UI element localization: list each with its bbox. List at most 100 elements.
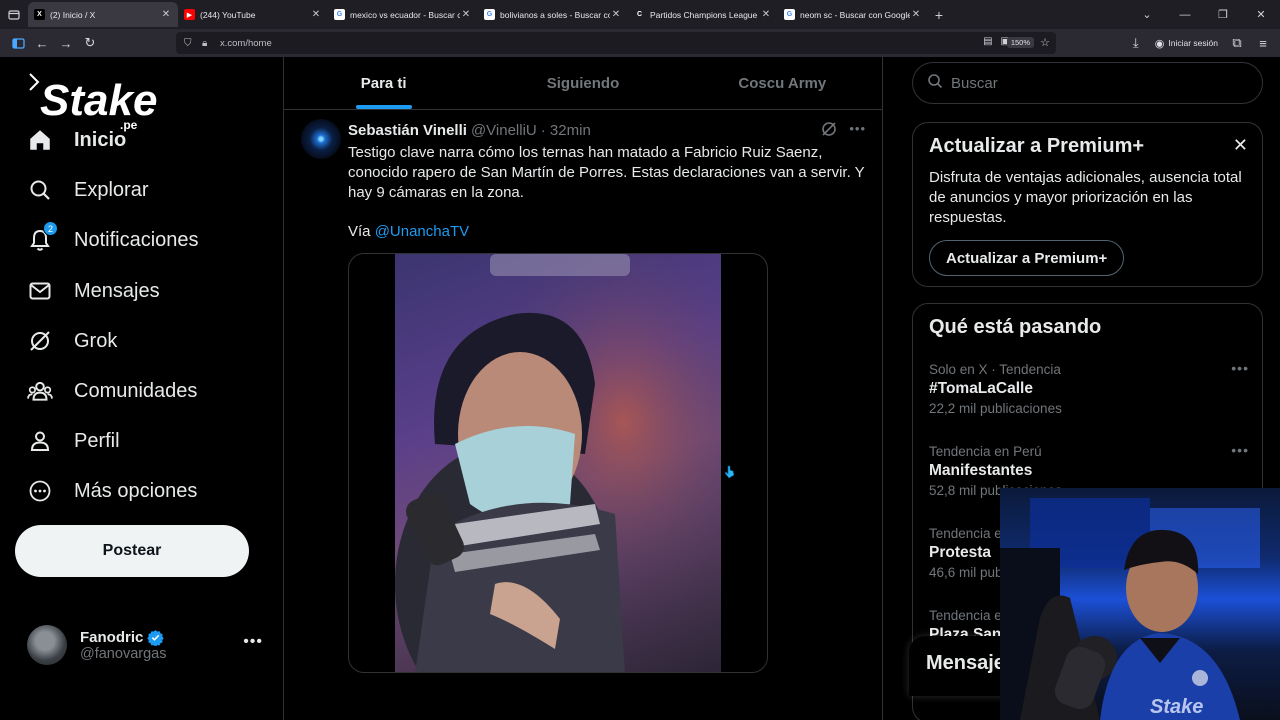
browser-tab-1[interactable]: ▶ (244) YouTube ✕ (178, 2, 328, 27)
minimize-icon[interactable]: — (1166, 0, 1204, 29)
tweet-time[interactable]: · 32min (541, 122, 591, 139)
grok-icon (26, 327, 54, 355)
tab-siguiendo[interactable]: Siguiendo (483, 57, 682, 109)
premium-card: Actualizar a Premium+ ✕ Disfruta de vent… (912, 122, 1263, 287)
sidebar-item-label: Comunidades (74, 379, 198, 402)
trend-name: Manifestantes (929, 462, 1033, 479)
new-tab-icon[interactable]: + (928, 7, 950, 23)
nav-right-tools: ⤓ ◉ Iniciar sesión ⧉ ≡ (1125, 31, 1274, 55)
browser-nav-bar: ← → ↻ ⛉ 🔒︎ x.com/home ▤ ▣ 150% ☆ ⤓ ◉ Ini… (0, 29, 1280, 57)
close-window-icon[interactable]: ✕ (1242, 0, 1280, 29)
reader-view-icon[interactable]: ▤ (983, 36, 992, 47)
signin-button[interactable]: ◉ Iniciar sesión (1151, 37, 1222, 50)
mention-link[interactable]: @UnanchaTV (375, 223, 469, 240)
trend-name: #TomaLaCalle (929, 380, 1033, 397)
sidebar-item-explorar[interactable]: Explorar (26, 170, 148, 210)
tab-close-icon[interactable]: ✕ (910, 9, 922, 20)
search-icon (26, 176, 54, 204)
tab-close-icon[interactable]: ✕ (610, 9, 622, 20)
sidebar-item-mas-opciones[interactable]: Más opciones (26, 471, 197, 511)
tab-close-icon[interactable]: ✕ (760, 9, 772, 20)
avatar (27, 625, 67, 665)
tab-favicon-icon: G (334, 9, 345, 20)
sidebar-item-label: Grok (74, 329, 118, 352)
premium-title: Actualizar a Premium+ (929, 135, 1145, 157)
sidebar-item-perfil[interactable]: Perfil (26, 421, 120, 461)
person-icon (26, 427, 54, 455)
tab-favicon-icon: X (34, 9, 45, 20)
tab-close-icon[interactable]: ✕ (160, 9, 172, 20)
tweet-author-name[interactable]: Sebastián Vinelli (348, 122, 467, 139)
sidebar-item-notificaciones[interactable]: 2 Notificaciones (26, 220, 199, 260)
url-text: x.com/home (220, 37, 272, 49)
restore-icon[interactable]: ❐ (1204, 0, 1242, 29)
tab-title: mexico vs ecuador - Buscar con Google (350, 9, 460, 20)
tab-overview-icon[interactable] (0, 0, 28, 29)
signin-label: Iniciar sesión (1168, 38, 1218, 48)
grok-icon[interactable] (821, 121, 837, 142)
account-switcher[interactable]: Fanodric @fanovargas ••• (27, 623, 267, 667)
close-icon[interactable]: ✕ (1233, 135, 1248, 156)
tab-close-icon[interactable]: ✕ (310, 9, 322, 20)
tweet-media[interactable] (348, 253, 768, 673)
browser-tab-4[interactable]: C Partidos Champions League - Flashscore✕ (628, 2, 778, 27)
trend-context: Solo en X · Tendencia (929, 362, 1061, 377)
search-box[interactable] (912, 62, 1263, 104)
search-input[interactable] (951, 74, 1241, 92)
feed-tabs: Para ti Siguiendo Coscu Army (284, 57, 882, 110)
webcam-overlay: Stake (1000, 488, 1280, 720)
sidebar-item-label: Perfil (74, 429, 120, 452)
mail-icon (26, 277, 54, 305)
video-frame[interactable] (395, 254, 721, 672)
lock-icon[interactable]: 🔒︎ (202, 38, 216, 49)
extensions-icon[interactable]: ⧉ (1226, 31, 1248, 55)
tab-favicon-icon: C (634, 9, 645, 20)
sidebar-item-comunidades[interactable]: Comunidades (26, 371, 197, 411)
zoom-level[interactable]: 150% (1006, 37, 1034, 48)
bookmark-star-icon[interactable]: ☆ (1040, 36, 1050, 49)
communities-icon (26, 377, 54, 405)
sidebar-item-label: Notificaciones (74, 228, 199, 251)
forward-icon[interactable]: → (54, 31, 78, 55)
browser-tab-3[interactable]: Gbolivianos a soles - Buscar con Google✕ (478, 2, 628, 27)
browser-tab-2[interactable]: Gmexico vs ecuador - Buscar con Google✕ (328, 2, 478, 27)
trend-context: Tendencia en Perú (929, 444, 1042, 459)
address-bar[interactable]: ⛉ 🔒︎ x.com/home ▤ ▣ 150% ☆ (176, 32, 1056, 54)
account-icon: ◉ (1154, 37, 1165, 50)
tab-favicon-icon: ▶ (184, 9, 195, 20)
tweet-author-handle[interactable]: @VinelliU (471, 122, 537, 139)
back-icon[interactable]: ← (30, 31, 54, 55)
sidebar-item-grok[interactable]: Grok (26, 321, 117, 361)
svg-text:Stake: Stake (1150, 696, 1203, 718)
browser-tab-5[interactable]: Gneom sc - Buscar con Google ✕ (778, 2, 928, 27)
more-icon[interactable]: ••• (243, 633, 263, 651)
trends-title: Qué está pasando (929, 316, 1102, 338)
premium-upgrade-button[interactable]: Actualizar a Premium+ (929, 240, 1125, 276)
home-icon (26, 126, 54, 154)
tweet-text: Testigo clave narra cómo los ternas han … (348, 144, 865, 201)
sidebar-toggle-icon[interactable] (6, 31, 30, 55)
download-icon[interactable]: ⤓ (1125, 31, 1147, 55)
shield-icon[interactable]: ⛉ (184, 38, 198, 49)
tab-favicon-icon: G (484, 9, 495, 20)
sidebar-item-inicio[interactable]: Inicio (26, 120, 126, 160)
tweet-avatar[interactable] (301, 119, 341, 159)
more-icon[interactable]: ••• (1231, 360, 1249, 376)
more-icon[interactable]: ••• (849, 121, 866, 142)
browser-tab-0[interactable]: X (2) Inicio / X ✕ (28, 2, 178, 27)
reload-icon[interactable]: ↻ (78, 31, 102, 55)
tab-close-icon[interactable]: ✕ (460, 9, 472, 20)
post-button[interactable]: Postear (15, 525, 249, 577)
tweet[interactable]: Sebastián Vinelli @VinelliU · 32min ••• … (284, 111, 882, 720)
sidebar-item-mensajes[interactable]: Mensajes (26, 271, 160, 311)
more-icon[interactable]: ••• (1231, 442, 1249, 458)
tab-coscu-army[interactable]: Coscu Army (683, 57, 882, 109)
menu-icon[interactable]: ≡ (1252, 31, 1274, 55)
tweet-via-prefix: Vía (348, 223, 375, 240)
tab-title: neom sc - Buscar con Google (800, 9, 910, 20)
bell-icon: 2 (26, 221, 58, 254)
tab-list-chevron-icon[interactable]: ⌄ (1128, 0, 1166, 29)
tweet-via: Vía @UnanchaTV (348, 223, 469, 240)
trend-item[interactable]: Solo en X · Tendencia #TomaLaCalle 22,2 mi… (929, 360, 1249, 416)
tab-para-ti[interactable]: Para ti (284, 57, 483, 109)
